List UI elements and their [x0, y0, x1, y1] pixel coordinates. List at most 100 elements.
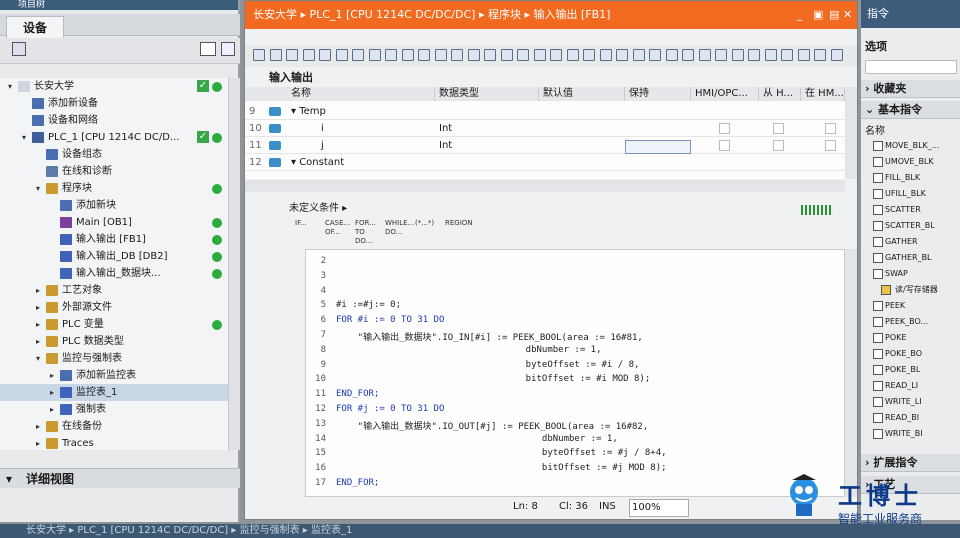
code-line[interactable]: byteOffset := #i / 8, — [336, 360, 640, 370]
instruction-item[interactable]: UFILL_BLK — [873, 186, 926, 202]
checkbox[interactable] — [719, 140, 730, 151]
instruction-item[interactable]: SCATTER — [873, 202, 921, 218]
code-line[interactable]: dbNumber := 1, — [336, 345, 602, 355]
instruction-item[interactable]: UMOVE_BLK — [873, 154, 934, 170]
code-line[interactable]: #i :=#j:= 0; — [336, 300, 401, 310]
toolbar-button-icon[interactable] — [533, 49, 546, 61]
instruction-item[interactable]: 读/写存储器 — [881, 282, 938, 298]
tree-item[interactable]: 输入输出_DB [DB2] — [0, 248, 228, 265]
tree-item[interactable]: ▾ 长安大学 ✓ — [0, 78, 228, 95]
instruction-item[interactable]: POKE_BO — [873, 346, 922, 362]
restore-icon[interactable]: ▣ — [813, 1, 823, 29]
code-line[interactable]: "输入输出_数据块".IO_IN[#i] := PEEK_BOOL(area :… — [336, 330, 643, 343]
code-line[interactable]: END_FOR; — [336, 389, 379, 399]
toolbar-button-icon[interactable] — [434, 49, 447, 61]
breadcrumb-item[interactable]: 长安大学 — [253, 8, 297, 21]
scl-code-editor[interactable]: 2 3 4 5 #i :=#j:= 0; 6 FOR #i := 0 TO 31 DO 7 "… — [305, 249, 845, 497]
interface-var-name[interactable]: i — [321, 120, 324, 137]
collapsed-arrow-icon[interactable]: ▸ — [36, 435, 44, 450]
device-icon[interactable] — [12, 42, 26, 56]
checkbox[interactable] — [773, 140, 784, 151]
toolbar-button-icon[interactable] — [253, 49, 265, 61]
instruction-item[interactable]: SWAP — [873, 266, 908, 282]
tree-item[interactable]: ▸ 监控表_1 — [0, 384, 228, 401]
expanded-arrow-icon[interactable]: ▾ — [22, 129, 30, 146]
tree-item[interactable]: Main [OB1] — [0, 214, 228, 231]
toolbar-button-icon[interactable] — [649, 49, 661, 61]
instruction-item[interactable]: FILL_BLK — [873, 170, 920, 186]
zoom-select[interactable]: 100% — [629, 499, 689, 517]
collapsed-arrow-icon[interactable]: ▸ — [36, 316, 44, 333]
tree-item[interactable]: ▸ 强制表 — [0, 401, 228, 418]
close-icon[interactable]: ✕ — [843, 1, 852, 29]
toolbar-button-icon[interactable] — [731, 49, 744, 61]
tree-item[interactable]: ▾ PLC_1 [CPU 1214C DC/D... ✓ — [0, 129, 228, 146]
toolbar-button-icon[interactable] — [764, 49, 777, 61]
tab-devices[interactable]: 设备 — [6, 16, 65, 39]
instruction-item[interactable]: SCATTER_BL — [873, 218, 935, 234]
collapsed-arrow-icon[interactable]: ▸ — [50, 367, 58, 384]
collapsed-arrow-icon[interactable]: ▸ — [36, 299, 44, 316]
instruction-shortcut[interactable]: WHILE... DO... — [385, 219, 414, 237]
toolbar-button-icon[interactable] — [451, 49, 463, 61]
expanded-arrow-icon[interactable]: ▾ — [8, 78, 16, 95]
tree-item[interactable]: ▾ 监控与强制表 — [0, 350, 228, 367]
code-line[interactable]: "输入输出_数据块".IO_OUT[#j] := PEEK_BOOL(area … — [336, 419, 649, 432]
toolbar-button-icon[interactable] — [748, 49, 760, 61]
instruction-item[interactable]: PEEK_BO... — [873, 314, 928, 330]
code-line[interactable]: dbNumber := 1, — [336, 434, 618, 444]
instruction-item[interactable]: POKE_BL — [873, 362, 920, 378]
collapsed-arrow-icon[interactable]: ▸ — [36, 333, 44, 350]
instruction-shortcut[interactable]: (*...*) — [415, 219, 443, 228]
tree-item[interactable]: 设备和网络 — [0, 112, 228, 129]
toolbar-button-icon[interactable] — [286, 49, 298, 61]
tree-item[interactable]: ▸ Traces — [0, 435, 228, 450]
overview-icon[interactable] — [200, 42, 216, 56]
toolbar-button-icon[interactable] — [797, 49, 810, 61]
toolbar-button-icon[interactable] — [632, 49, 645, 61]
interface-row[interactable]: 9 ▾ Temp — [245, 103, 845, 120]
tree-item[interactable]: 设备组态 — [0, 146, 228, 163]
toolbar-button-icon[interactable] — [484, 49, 496, 61]
basic-instructions-section[interactable]: ⌄ 基本指令 — [861, 101, 960, 119]
toolbar-button-icon[interactable] — [814, 49, 826, 61]
toolbar-button-icon[interactable] — [583, 49, 595, 61]
toolbar-button-icon[interactable] — [319, 49, 331, 61]
toolbar-button-icon[interactable] — [830, 49, 843, 61]
interface-var-name[interactable]: j — [321, 137, 324, 154]
tree-item[interactable]: ▸ 外部源文件 — [0, 299, 228, 316]
toolbar-button-icon[interactable] — [665, 49, 678, 61]
toolbar-button-icon[interactable] — [368, 49, 381, 61]
instruction-item[interactable]: PEEK — [873, 298, 905, 314]
tree-item[interactable]: ▸ 工艺对象 — [0, 282, 228, 299]
tree-item[interactable]: 在线和诊断 — [0, 163, 228, 180]
toolbar-button-icon[interactable] — [418, 49, 430, 61]
instruction-shortcut[interactable]: REGION — [445, 219, 473, 228]
instruction-shortcut[interactable]: CASE... OF... — [325, 219, 353, 237]
toolbar-button-icon[interactable] — [335, 49, 348, 61]
instruction-shortcut[interactable]: IF... — [295, 219, 323, 228]
breadcrumb-item[interactable]: 程序块 — [488, 8, 521, 21]
instruction-shortcut[interactable]: FOR... TO DO... — [355, 219, 383, 246]
toolbar-button-icon[interactable] — [616, 49, 628, 61]
instruction-item[interactable]: MOVE_BLK_... — [873, 138, 939, 154]
toolbar-button-icon[interactable] — [385, 49, 397, 61]
detail-view-header[interactable]: ▾ 详细视图 — [0, 468, 240, 488]
code-line[interactable]: END_FOR; — [336, 478, 379, 488]
toolbar-button-icon[interactable] — [401, 49, 414, 61]
instruction-item[interactable]: GATHER — [873, 234, 918, 250]
tree-item[interactable]: 输入输出_数据块... — [0, 265, 228, 282]
interface-var-type[interactable]: Int — [439, 120, 452, 137]
tree-item[interactable]: 输入输出 [FB1] — [0, 231, 228, 248]
instruction-item[interactable]: WRITE_BI — [873, 426, 923, 442]
instruction-item[interactable]: GATHER_BL — [873, 250, 932, 266]
minimize-icon[interactable]: _ — [797, 1, 803, 29]
collapsed-arrow-icon[interactable]: ▸ — [50, 384, 58, 401]
checkbox[interactable] — [719, 123, 730, 134]
toolbar-button-icon[interactable] — [352, 49, 364, 61]
collapsed-arrow-icon[interactable]: ▸ — [36, 418, 44, 435]
tree-item[interactable]: ▸ 添加新监控表 — [0, 367, 228, 384]
tree-item[interactable]: 添加新设备 — [0, 95, 228, 112]
toolbar-button-icon[interactable] — [550, 49, 562, 61]
tree-item[interactable]: ▸ 在线备份 — [0, 418, 228, 435]
